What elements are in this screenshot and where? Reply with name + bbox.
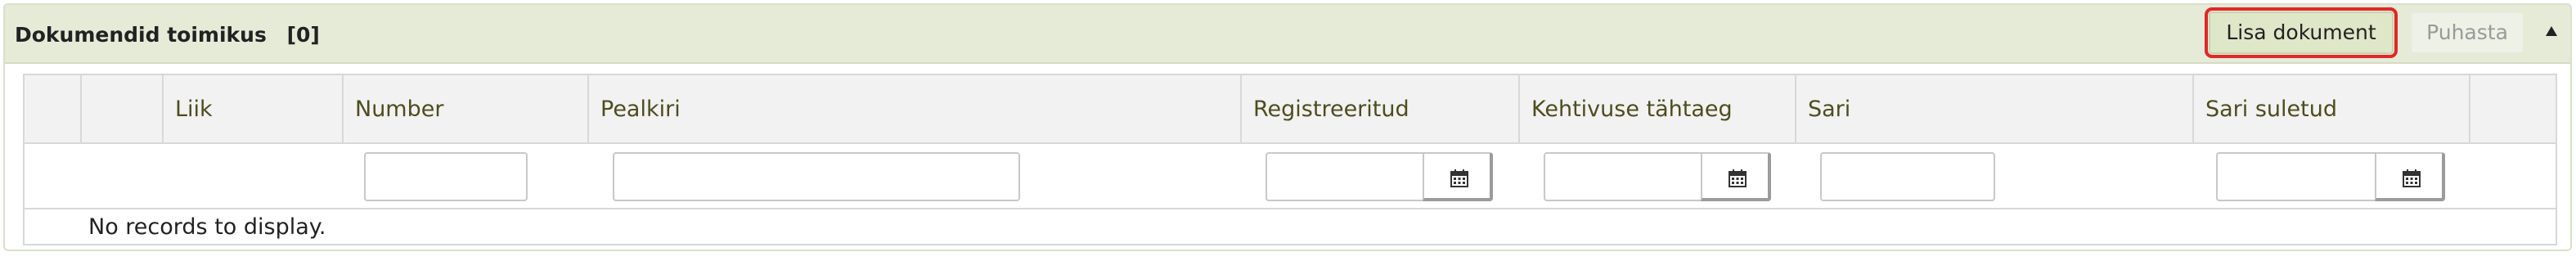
table-header-row: Liik Number Pealkiri Registreeritud Keht…: [23, 74, 2557, 144]
column-header-kehtivuse-tahtaeg[interactable]: Kehtivuse tähtaeg: [1518, 74, 1796, 144]
calendar-icon: [2403, 169, 2421, 187]
calendar-icon: [1450, 169, 1468, 187]
column-header-extra: [2469, 74, 2557, 144]
filter-cell-empty: [163, 142, 343, 209]
sari-suletud-calendar-button[interactable]: [2375, 152, 2445, 201]
kehtivuse-tahtaeg-calendar-button[interactable]: [1701, 152, 1771, 201]
filter-cell-registreeritud: [1241, 142, 1519, 209]
pealkiri-filter-input[interactable]: [613, 152, 1020, 201]
filter-cell-empty: [2470, 142, 2557, 209]
column-header-actions: [80, 74, 164, 144]
filter-cell-sari: [1796, 142, 2193, 209]
empty-message-row: No records to display.: [23, 208, 2557, 245]
kehtivuse-tahtaeg-date-picker: [1544, 152, 1771, 205]
filter-cell-sari-suletud: [2193, 142, 2470, 209]
number-filter-input[interactable]: [364, 152, 528, 201]
calendar-icon: [1729, 169, 1747, 187]
filter-cell-kehtivuse-tahtaeg: [1519, 142, 1796, 209]
documents-table: Liik Number Pealkiri Registreeritud Keht…: [23, 74, 2557, 245]
documents-panel: Dokumendid toimikus [0] Lisa dokument Pu…: [3, 3, 2572, 251]
column-header-select: [23, 74, 82, 144]
add-document-button[interactable]: Lisa dokument: [2205, 7, 2398, 58]
filter-cell-empty: [81, 142, 163, 209]
column-header-sari[interactable]: Sari: [1795, 74, 2194, 144]
clear-button[interactable]: Puhasta: [2410, 11, 2524, 54]
registreeritud-calendar-button[interactable]: [1423, 152, 1493, 201]
panel-header: Dokumendid toimikus [0] Lisa dokument Pu…: [5, 5, 2570, 64]
column-header-liik[interactable]: Liik: [162, 74, 344, 144]
filter-cell-pealkiri: [588, 142, 1241, 209]
panel-title-text: Dokumendid toimikus: [15, 23, 267, 47]
column-header-pealkiri[interactable]: Pealkiri: [587, 74, 1242, 144]
collapse-triangle-icon[interactable]: [2546, 26, 2557, 36]
no-records-message: No records to display.: [23, 208, 2557, 245]
filter-cell-empty: [23, 142, 81, 209]
column-header-sari-suletud[interactable]: Sari suletud: [2192, 74, 2470, 144]
column-header-number[interactable]: Number: [342, 74, 589, 144]
filter-row: [23, 142, 2557, 209]
filter-cell-number: [343, 142, 588, 209]
sari-filter-input[interactable]: [1820, 152, 1995, 201]
sari-suletud-date-picker: [2216, 152, 2445, 205]
registreeritud-date-picker: [1266, 152, 1493, 205]
column-header-registreeritud[interactable]: Registreeritud: [1240, 74, 1520, 144]
panel-title: Dokumendid toimikus [0]: [15, 23, 320, 47]
document-count: [0]: [286, 23, 320, 47]
